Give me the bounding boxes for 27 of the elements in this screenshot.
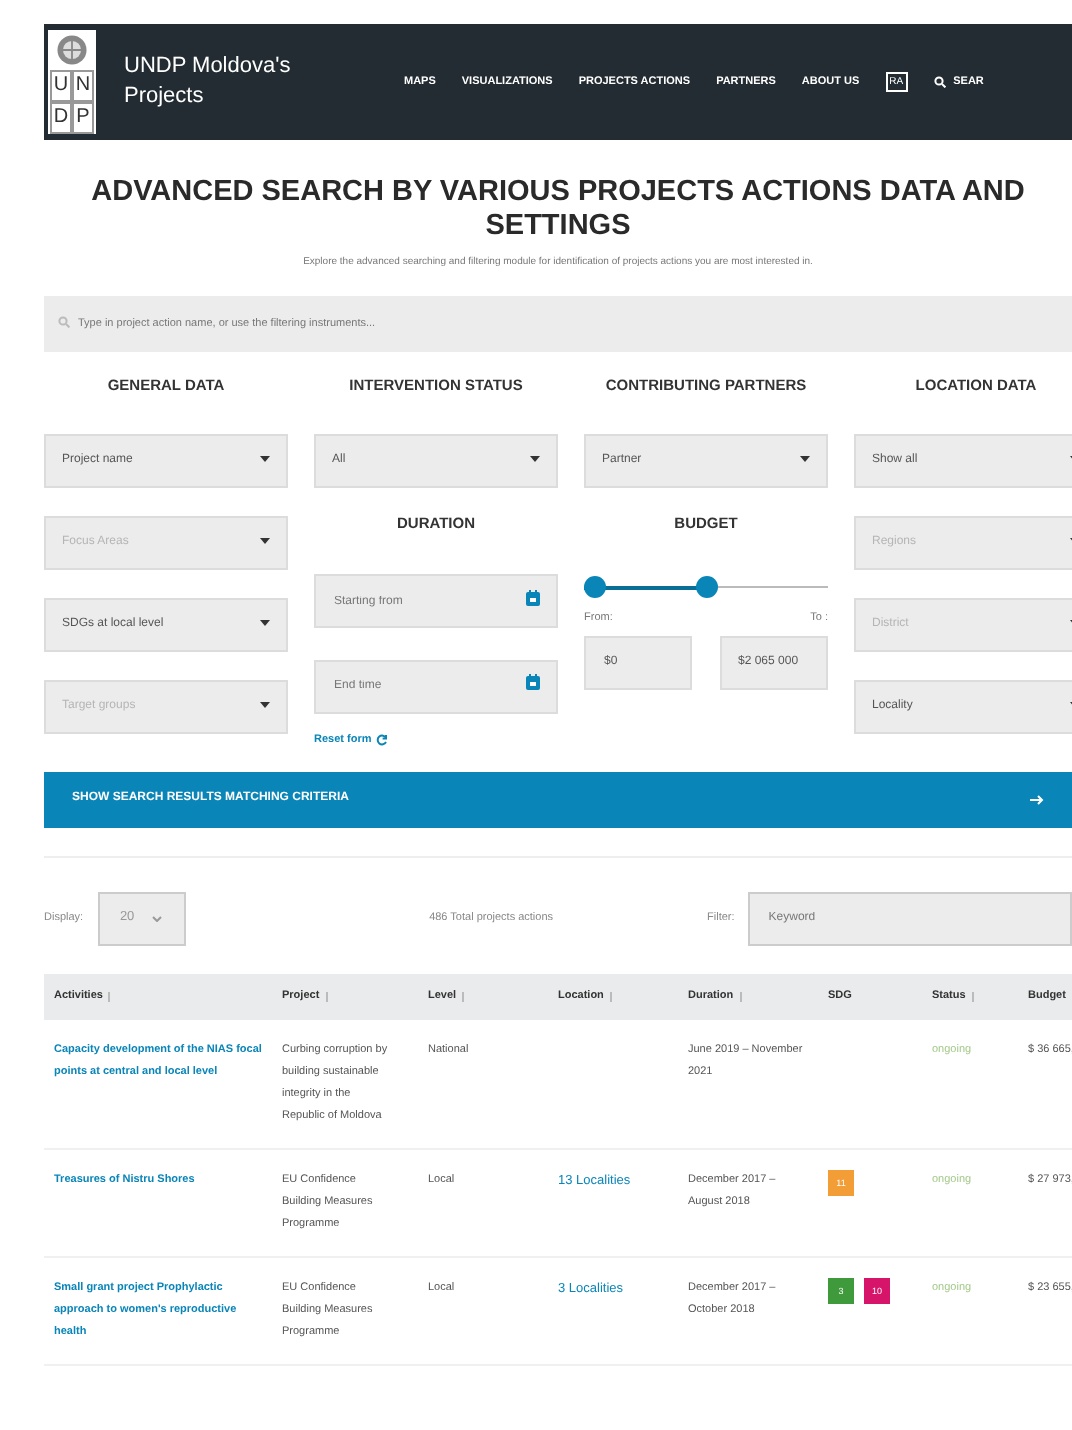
sort-icon [737,991,744,1002]
chevron-down-icon [152,915,163,922]
sort-icon [607,991,614,1002]
search-icon [58,315,70,327]
caret-icon [260,702,270,710]
caret-icon [800,456,810,464]
sort-icon [460,991,467,1002]
logo-letter: D [50,102,72,134]
slider-thumb[interactable] [695,575,717,597]
caret-icon [260,620,270,628]
calendar-icon [526,589,540,605]
sort-icon [106,991,113,1002]
logo-letter: N [72,70,94,102]
caret-icon [530,456,540,464]
search-icon [933,76,946,88]
arrow-right-icon [1030,793,1044,806]
refresh-icon [375,733,388,746]
caret-icon [260,456,270,464]
caret-icon [260,538,270,546]
page-title: ADVANCED SEARCH BY VARIOUS PROJECTS ACTIONS DATA AND SETTINGS [89,176,1027,244]
logo-letter: U [50,70,72,102]
sort-icon [323,991,330,1002]
slider-thumb[interactable] [584,575,606,597]
sort-icon [969,991,976,1002]
calendar-icon [526,674,540,690]
site-title: UNDP Moldova's Projects [124,52,293,112]
logo-letter: P [72,102,94,134]
